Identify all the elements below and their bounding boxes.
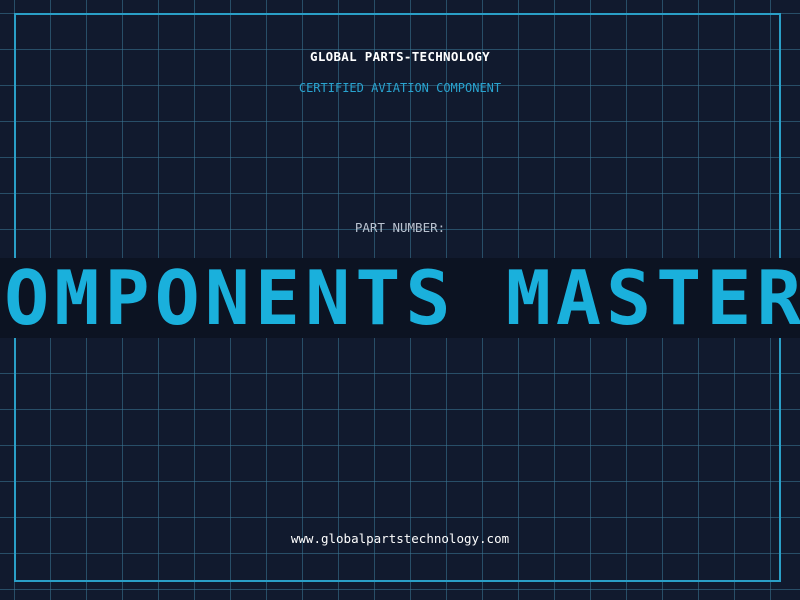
certification-subtitle: CERTIFIED AVIATION COMPONENT <box>298 81 502 95</box>
website-url: www.globalpartstechnology.com <box>290 531 510 546</box>
part-number-label: PART NUMBER: <box>354 220 446 235</box>
part-number-banner: COMPONENTS MASTER ELEMENT <box>0 258 800 338</box>
brand-title: GLOBAL PARTS-TECHNOLOGY <box>310 49 490 64</box>
part-number-value: COMPONENTS MASTER ELEMENT <box>0 258 800 338</box>
certificate-page: GLOBAL PARTS-TECHNOLOGY CERTIFIED AVIATI… <box>0 0 800 600</box>
